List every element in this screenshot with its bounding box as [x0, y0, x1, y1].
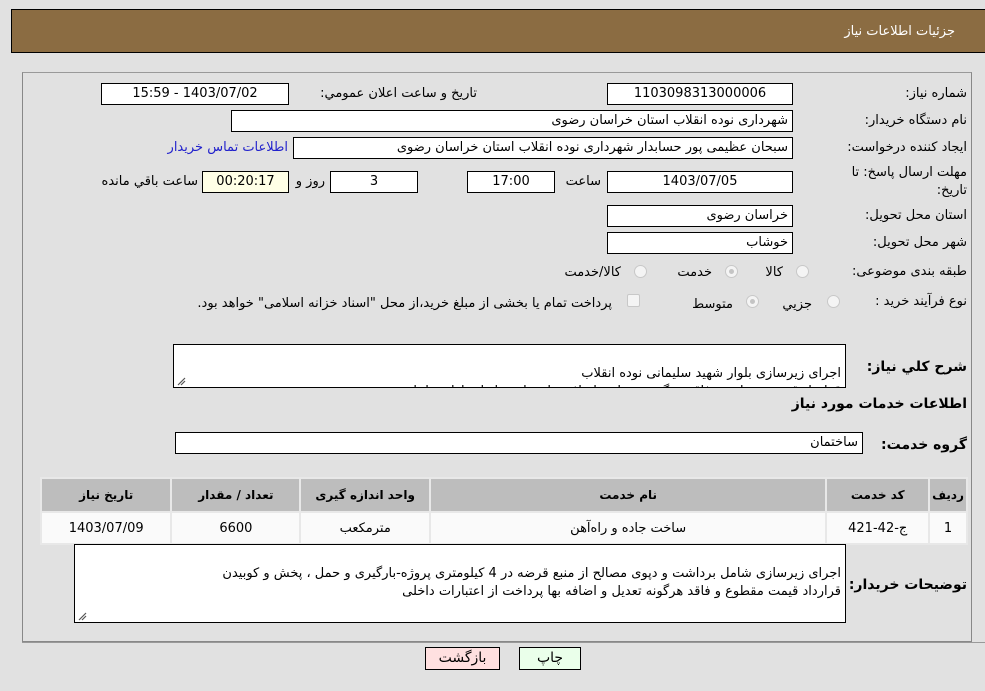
cell-unit: مترمکعب: [299, 511, 431, 545]
days-remaining-field: 3: [330, 171, 418, 193]
time-remaining-label: ساعت باقي مانده: [101, 174, 198, 189]
page-title: جزئیات اطلاعات نیاز: [844, 24, 955, 39]
resize-grip-icon[interactable]: [77, 611, 87, 621]
cell-need-date: 1403/07/09: [39, 511, 173, 545]
announce-datetime-field: 1403/07/02 - 15:59: [101, 83, 289, 105]
purchase-radio-minor[interactable]: [827, 295, 840, 308]
page-header: جزئیات اطلاعات نیاز: [11, 9, 985, 53]
table-header-row: ردیف کد خدمت نام خدمت واحد اندازه گیری ت…: [39, 477, 968, 513]
time-remaining-field: 00:20:17: [202, 171, 289, 193]
category-radio-goods-service[interactable]: [634, 265, 647, 278]
service-group-label: گروه خدمت:: [881, 437, 967, 453]
purchase-radio-medium[interactable]: [746, 295, 759, 308]
buyer-notes-label: توضیحات خریدار:: [848, 577, 967, 593]
col-header-service-code: کد خدمت: [825, 477, 931, 513]
category-option-service: خدمت: [677, 265, 712, 280]
treasury-checkbox[interactable]: [627, 294, 640, 307]
col-header-quantity: تعداد / مقدار: [170, 477, 302, 513]
services-section-title: اطلاعات خدمات مورد نیاز: [791, 396, 967, 412]
purchase-option-medium: متوسط: [692, 297, 733, 312]
service-group-field: ساختمان: [175, 432, 863, 454]
buyer-org-field: شهرداری نوده انقلاب استان خراسان رضوی: [231, 110, 793, 132]
table-row: 1 ج-42-421 ساخت جاده و راه‌آهن مترمکعب 6…: [39, 511, 968, 545]
category-option-goods: کالا: [765, 265, 783, 280]
deadline-label: مهلت ارسال پاسخ: تا: [851, 165, 967, 180]
resize-grip-icon[interactable]: [176, 376, 186, 386]
days-label: روز و: [295, 174, 325, 189]
category-radio-service[interactable]: [725, 265, 738, 278]
purchase-type-label: نوع فرآیند خرید :: [875, 294, 967, 309]
back-button[interactable]: بازگشت: [425, 647, 500, 670]
category-label: طبقه بندی موضوعی:: [851, 264, 967, 279]
province-label: استان محل تحویل:: [865, 208, 967, 223]
city-label: شهر محل تحویل:: [872, 235, 967, 250]
city-field: خوشاب: [607, 232, 793, 254]
treasury-note: پرداخت تمام یا بخشی از مبلغ خرید،از محل …: [197, 296, 612, 311]
deadline-time-label: ساعت: [565, 174, 601, 189]
col-header-service-name: نام خدمت: [428, 477, 828, 513]
buyer-contact-link[interactable]: اطلاعات تماس خریدار: [168, 140, 288, 155]
category-option-goods-service: کالا/خدمت: [564, 265, 621, 280]
requester-label: ایجاد کننده درخواست:: [847, 140, 967, 155]
col-header-unit: واحد اندازه گیری: [299, 477, 431, 513]
cell-service-code: ج-42-421: [825, 511, 931, 545]
footer-divider: [22, 642, 985, 643]
description-textarea[interactable]: اجرای زیرسازی بلوار شهید سلیمانی نوده ان…: [173, 344, 846, 388]
purchase-option-minor: جزيي: [782, 297, 812, 312]
category-radio-goods[interactable]: [796, 265, 809, 278]
requester-field: سبحان عظیمی پور حسابدار شهرداری نوده انق…: [293, 137, 793, 159]
cell-row-number: 1: [928, 511, 968, 545]
deadline-time-field: 17:00: [467, 171, 555, 193]
print-button[interactable]: چاپ: [519, 647, 581, 670]
need-number-label: شماره نیاز:: [905, 86, 967, 101]
need-number-field: 1103098313000006: [607, 83, 793, 105]
col-header-need-date: تاریخ نیاز: [39, 477, 173, 513]
buyer-org-label: نام دستگاه خریدار:: [864, 113, 967, 128]
cell-service-name: ساخت جاده و راه‌آهن: [428, 511, 828, 545]
deadline-label-2: تاریخ:: [936, 183, 967, 198]
province-field: خراسان رضوی: [607, 205, 793, 227]
services-table: ردیف کد خدمت نام خدمت واحد اندازه گیری ت…: [39, 477, 968, 545]
buyer-notes-textarea[interactable]: اجرای زیرسازی شامل برداشت و دپوی مصالح ا…: [74, 544, 846, 623]
announce-datetime-label: تاریخ و ساعت اعلان عمومي:: [320, 86, 477, 101]
cell-quantity: 6600: [170, 511, 302, 545]
deadline-date-field: 1403/07/05: [607, 171, 793, 193]
col-header-row-number: ردیف: [928, 477, 968, 513]
description-text: اجرای زیرسازی بلوار شهید سلیمانی نوده ان…: [402, 366, 841, 387]
description-label: شرح کلي نیاز:: [866, 359, 967, 375]
buyer-notes-text: اجرای زیرسازی شامل برداشت و دپوی مصالح ا…: [222, 566, 841, 599]
